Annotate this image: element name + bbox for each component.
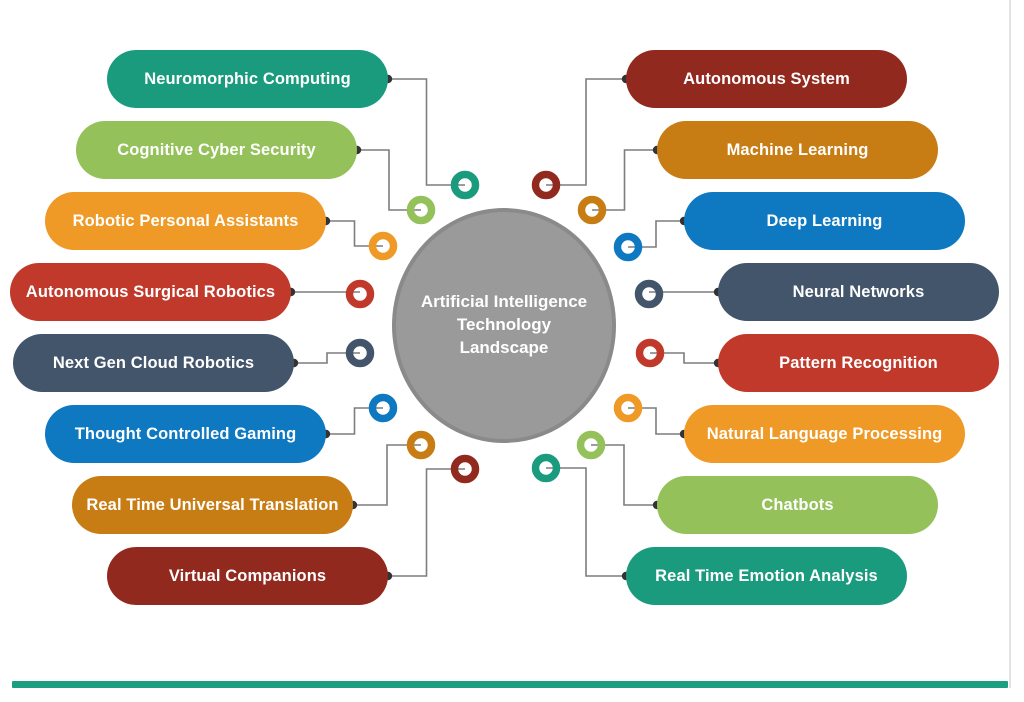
node-real-time-emotion-analysis[interactable]: Real Time Emotion Analysis (626, 547, 907, 605)
node-real-time-universal-translation[interactable]: Real Time Universal Translation (72, 476, 353, 534)
right-edge-rule (1009, 0, 1011, 688)
bottom-accent-bar (12, 681, 1008, 688)
node-neuromorphic-computing[interactable]: Neuromorphic Computing (107, 50, 388, 108)
node-label: Next Gen Cloud Robotics (52, 353, 255, 372)
node-thought-controlled-gaming[interactable]: Thought Controlled Gaming (45, 405, 326, 463)
node-label: Neuromorphic Computing (144, 69, 351, 88)
node-label: Natural Language Processing (706, 424, 943, 443)
node-label: Autonomous System (683, 69, 850, 88)
node-label: Neural Networks (792, 282, 925, 301)
node-cognitive-cyber-security[interactable]: Cognitive Cyber Security (76, 121, 357, 179)
diagram-canvas: Neuromorphic Computing Cognitive Cyber S… (0, 0, 1024, 702)
node-label: Real Time Emotion Analysis (655, 566, 878, 585)
node-next-gen-cloud-robotics[interactable]: Next Gen Cloud Robotics (13, 334, 294, 392)
connector-left-7 (388, 468, 465, 577)
hub-line-2: Technology (456, 315, 552, 335)
node-chatbots[interactable]: Chatbots (657, 476, 938, 534)
node-label: Chatbots (761, 495, 834, 514)
node-label: Autonomous Surgical Robotics (25, 282, 276, 301)
node-natural-language-processing[interactable]: Natural Language Processing (684, 405, 965, 463)
node-label: Real Time Universal Translation (86, 495, 339, 514)
node-label: Cognitive Cyber Security (117, 140, 316, 159)
node-machine-learning[interactable]: Machine Learning (657, 121, 938, 179)
node-label: Thought Controlled Gaming (74, 424, 297, 443)
node-neural-networks[interactable]: Neural Networks (718, 263, 999, 321)
hub-line-1: Artificial Intelligence (420, 292, 588, 312)
node-robotic-personal-assistants[interactable]: Robotic Personal Assistants (45, 192, 326, 250)
node-deep-learning[interactable]: Deep Learning (684, 192, 965, 250)
node-pattern-recognition[interactable]: Pattern Recognition (718, 334, 999, 392)
node-label: Deep Learning (766, 211, 883, 230)
ring-icon-right-3 (634, 279, 664, 309)
node-label: Machine Learning (726, 140, 869, 159)
node-autonomous-surgical-robotics[interactable]: Autonomous Surgical Robotics (10, 263, 291, 321)
hub-line-3: Landscape (459, 337, 549, 357)
node-label: Robotic Personal Assistants (72, 211, 299, 230)
connector-right-0 (546, 78, 626, 186)
connector-right-7 (546, 467, 626, 577)
connector-left-0 (388, 78, 465, 186)
node-virtual-companions[interactable]: Virtual Companions (107, 547, 388, 605)
ring-icon-left-3 (345, 279, 375, 309)
center-hub: Artificial Intelligence Technology Lands… (392, 208, 616, 443)
node-label: Virtual Companions (168, 566, 327, 585)
node-autonomous-system[interactable]: Autonomous System (626, 50, 907, 108)
node-label: Pattern Recognition (779, 353, 938, 372)
